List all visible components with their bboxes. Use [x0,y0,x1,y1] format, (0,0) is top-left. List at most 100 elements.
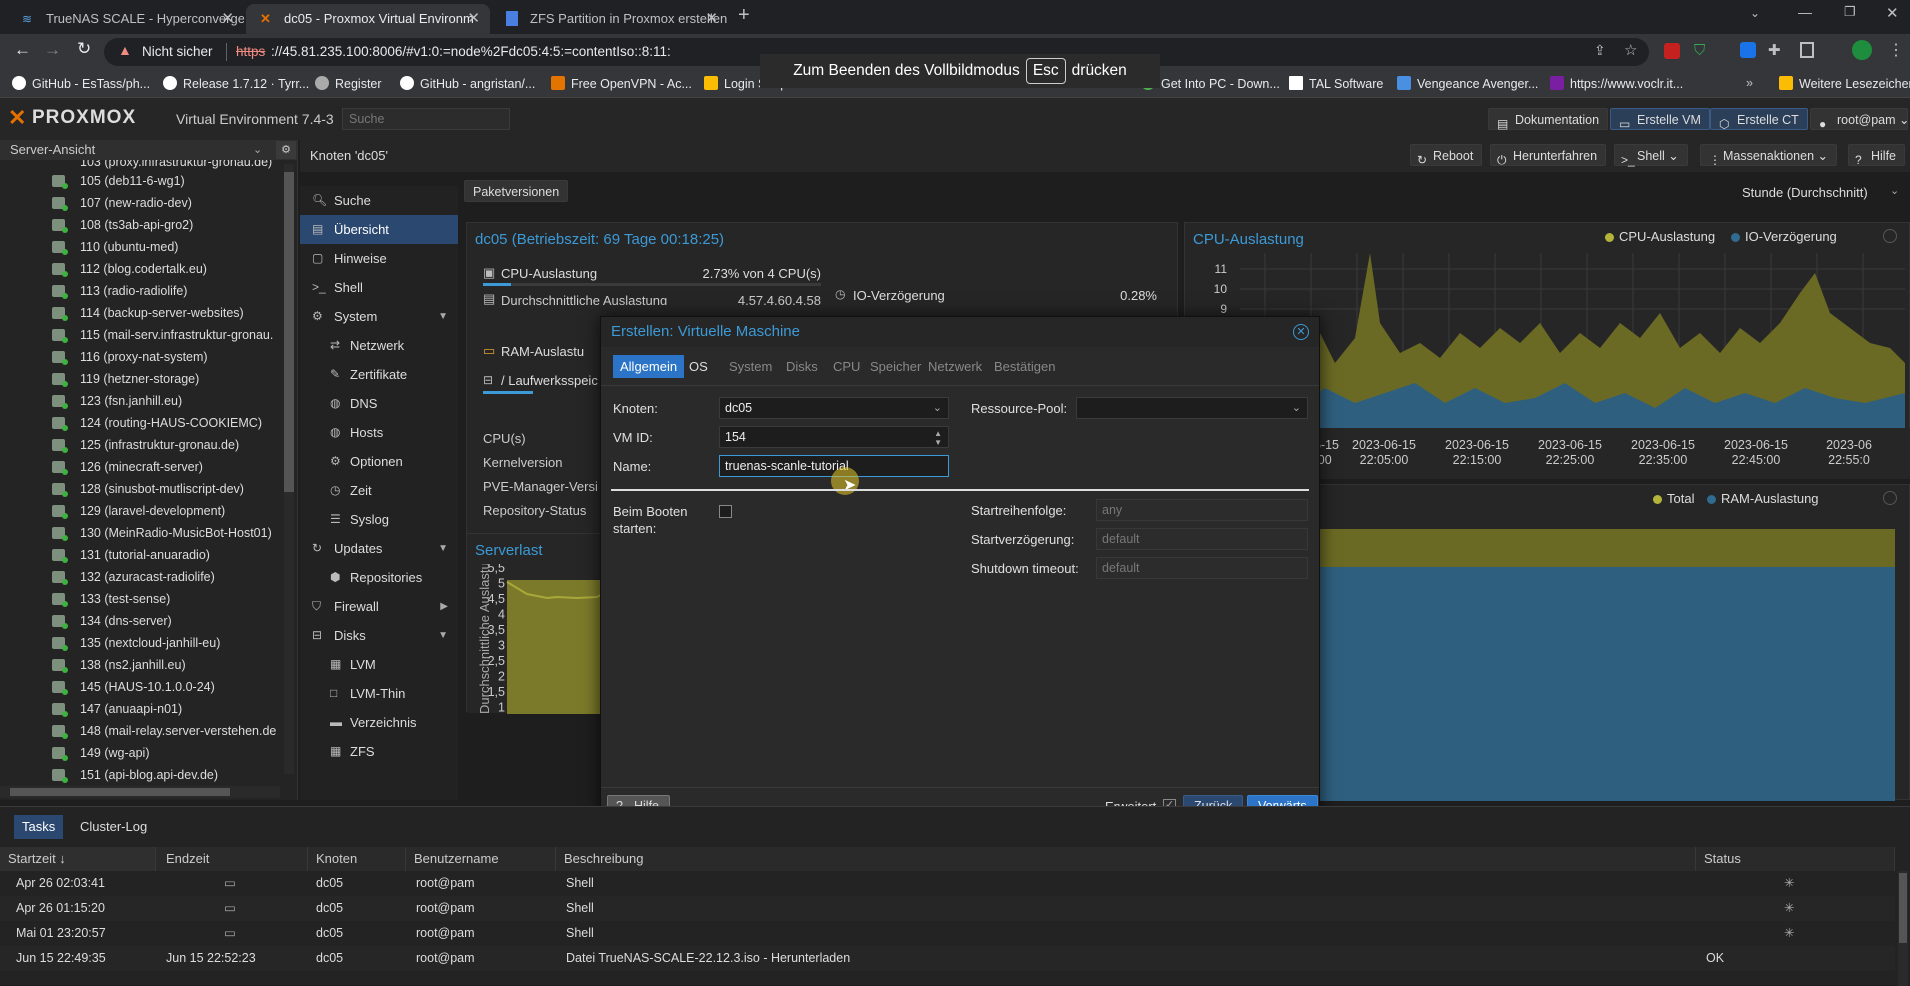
shutdown-button[interactable]: ⏻ Herunterfahren [1490,144,1607,167]
bookmark-item[interactable]: https://www.voclr.it... [1550,76,1683,91]
tree-item-vm[interactable]: 138 (ns2.janhill.eu) [0,654,297,676]
tree-item-vm[interactable]: 129 (laravel-development) [0,500,297,522]
chevron-down-icon[interactable]: ⌄ [1750,6,1760,20]
column-header[interactable]: Endzeit [158,847,308,871]
tree-item-vm[interactable]: 112 (blog.codertalk.eu) [0,258,297,280]
avatar[interactable] [1852,40,1872,60]
pool-select[interactable]: ⌄ [1076,397,1308,419]
nav-item-hinweise[interactable]: ▢ Hinweise [300,244,458,273]
tree-item-vm[interactable]: 132 (azuracast-radiolife) [0,566,297,588]
wizard-tab-system[interactable]: System [722,355,779,378]
nav-item-optionen[interactable]: ⚙ Optionen [300,447,458,476]
browser-tab-zfs[interactable]: ZFS Partition in Proxmox erstellen ✕ [492,4,728,34]
browser-tab-truenas[interactable]: ≋ TrueNAS SCALE - Hyperconverge ✕ [8,4,244,34]
table-row[interactable]: Apr 26 02:03:41 ▭ dc05 root@pam Shell ✳ [0,871,1895,896]
bookmark-item[interactable]: GitHub - EsTass/ph... [12,76,150,91]
nav-item-verzeichnis[interactable]: ▬ Verzeichnis [300,708,458,737]
menu-icon[interactable]: ⋮ [1888,40,1904,60]
bulk-actions-button[interactable]: ⋮ Massenaktionen ⌄ [1700,144,1837,167]
tree-item-vm[interactable]: 125 (infrastruktur-gronau.de) [0,434,297,456]
security-label[interactable]: Nicht sicher [142,44,213,59]
close-icon[interactable]: ✕ [705,4,718,34]
column-header[interactable]: Benutzername [406,847,556,871]
new-tab-icon[interactable]: + [738,4,750,27]
nav-item-repositories[interactable]: ⬢ Repositories [300,563,458,592]
tree-item-vm[interactable]: 151 (api-blog.api-dev.de) [0,764,297,786]
tree-item-vm[interactable]: 124 (routing-HAUS-COOKIEMC) [0,412,297,434]
star-icon[interactable]: ☆ [1624,41,1637,59]
legend-ram[interactable]: RAM-Auslastung [1721,491,1819,506]
column-header[interactable]: Status [1696,847,1895,871]
documentation-button[interactable]: ▤ Dokumentation [1488,108,1609,131]
nav-item-disks[interactable]: ⊟ Disks ▼ [300,621,458,650]
tree-item-vm[interactable]: 123 (fsn.janhill.eu) [0,390,297,412]
bookmark-item[interactable]: TAL Software [1289,76,1383,91]
wizard-tab-os[interactable]: OS [682,355,715,378]
tree-item-vm[interactable]: 113 (radio-radiolife) [0,280,297,302]
minimize-icon[interactable]: — [1798,4,1812,20]
close-icon[interactable]: ✕ [467,4,480,34]
nav-item-shell[interactable]: >_ Shell [300,273,458,302]
legend-cpu[interactable]: CPU-Auslastung [1619,229,1715,244]
bookmark-item[interactable]: Free OpenVPN - Ac... [551,76,692,91]
nav-item-zertifikate[interactable]: ✎ Zertifikate [300,360,458,389]
nav-item-zfs[interactable]: ▦ ZFS [300,737,458,766]
nav-item-system[interactable]: ⚙ System ▼ [300,302,458,331]
task-scrollbar[interactable] [1898,871,1908,986]
tree-item-vm[interactable]: 134 (dns-server) [0,610,297,632]
nav-item-hosts[interactable]: ◍ Hosts [300,418,458,447]
scrollbar-thumb[interactable] [284,172,294,492]
node-select[interactable]: dc05 ⌄ [719,397,949,419]
tree-item-vm[interactable]: 131 (tutorial-anuaradio) [0,544,297,566]
nav-item-firewall[interactable]: ⛉ Firewall ▶ [300,592,458,621]
share-icon[interactable]: ⇪ [1594,42,1606,59]
nav-item-zeit[interactable]: ◷ Zeit [300,476,458,505]
reset-zoom-icon[interactable] [1883,229,1897,243]
tree-hscrollbar[interactable] [0,786,280,798]
tree-item-vm[interactable]: 130 (MeinRadio-MusicBot-Host01) [0,522,297,544]
tree-item-vm[interactable]: 107 (new-radio-dev) [0,192,297,214]
bookmark-item[interactable]: Get Into PC - Down... [1141,76,1280,91]
tab-cluster-log[interactable]: Cluster-Log [72,815,155,839]
nav-item-übersicht[interactable]: ▤ Übersicht [300,215,458,244]
wizard-tab-allgemein[interactable]: Allgemein [613,355,685,378]
reset-zoom-icon[interactable] [1883,491,1897,505]
tree-item-vm[interactable]: 133 (test-sense) [0,588,297,610]
wizard-tab-speicher[interactable]: Speicher [863,355,928,378]
check-extension-icon[interactable] [1740,42,1756,58]
column-header[interactable]: Knoten [308,847,406,871]
scrollbar-thumb[interactable] [10,788,230,796]
nav-item-updates[interactable]: ↻ Updates ▼ [300,534,458,563]
column-header[interactable]: Beschreibung [556,847,1696,871]
extension-icon[interactable] [1664,43,1680,59]
scrollbar-thumb[interactable] [1899,873,1907,943]
wizard-tab-cpu[interactable]: CPU [826,355,867,378]
shell-button[interactable]: >_ Shell ⌄ [1614,144,1688,167]
back-arrow-icon[interactable]: ← [14,40,31,60]
nav-item-netzwerk[interactable]: ⇄ Netzwerk [300,331,458,360]
tree-item-vm[interactable]: 110 (ubuntu-med) [0,236,297,258]
shutdown-input[interactable]: default [1096,557,1308,579]
legend-total[interactable]: Total [1667,491,1694,506]
nav-item-syslog[interactable]: ☰ Syslog [300,505,458,534]
tree-item-partial[interactable]: 103 (proxy.infrastruktur-gronau.de) [0,160,297,170]
nav-item-suche[interactable]: 🔍︎ Suche [300,186,458,215]
restore-icon[interactable]: ❐ [1844,4,1856,20]
shield-extension-icon[interactable]: ⛉ [1694,42,1705,59]
wizard-tab-bestätigen[interactable]: Bestätigen [987,355,1062,378]
sidepanel-icon[interactable] [1800,42,1814,58]
table-row[interactable]: Jun 15 22:49:35 Jun 15 22:52:23 dc05 root@p… [0,946,1895,971]
tree-item-vm[interactable]: 105 (deb11-6-wg1) [0,170,297,192]
tree-item-vm[interactable]: 115 (mail-serv.infrastruktur-gronau. [0,324,297,346]
reload-icon[interactable]: ↻ [77,39,91,59]
close-icon[interactable]: ✕ [1293,324,1309,340]
nav-item-dns[interactable]: ◍ DNS [300,389,458,418]
tree-item-vm[interactable]: 126 (minecraft-server) [0,456,297,478]
bookmark-item[interactable]: Register [315,76,382,91]
spinner-icon[interactable]: ▲ ▼ [934,429,942,447]
bookmark-item[interactable]: Release 1.7.12 · Tyrr... [163,76,309,91]
tree-item-vm[interactable]: 114 (backup-server-websites) [0,302,297,324]
reboot-button[interactable]: ↻ Reboot [1410,144,1483,167]
table-row[interactable]: Mai 01 23:20:57 ▭ dc05 root@pam Shell ✳ [0,921,1895,946]
tree-item-vm[interactable]: 135 (nextcloud-janhill-eu) [0,632,297,654]
